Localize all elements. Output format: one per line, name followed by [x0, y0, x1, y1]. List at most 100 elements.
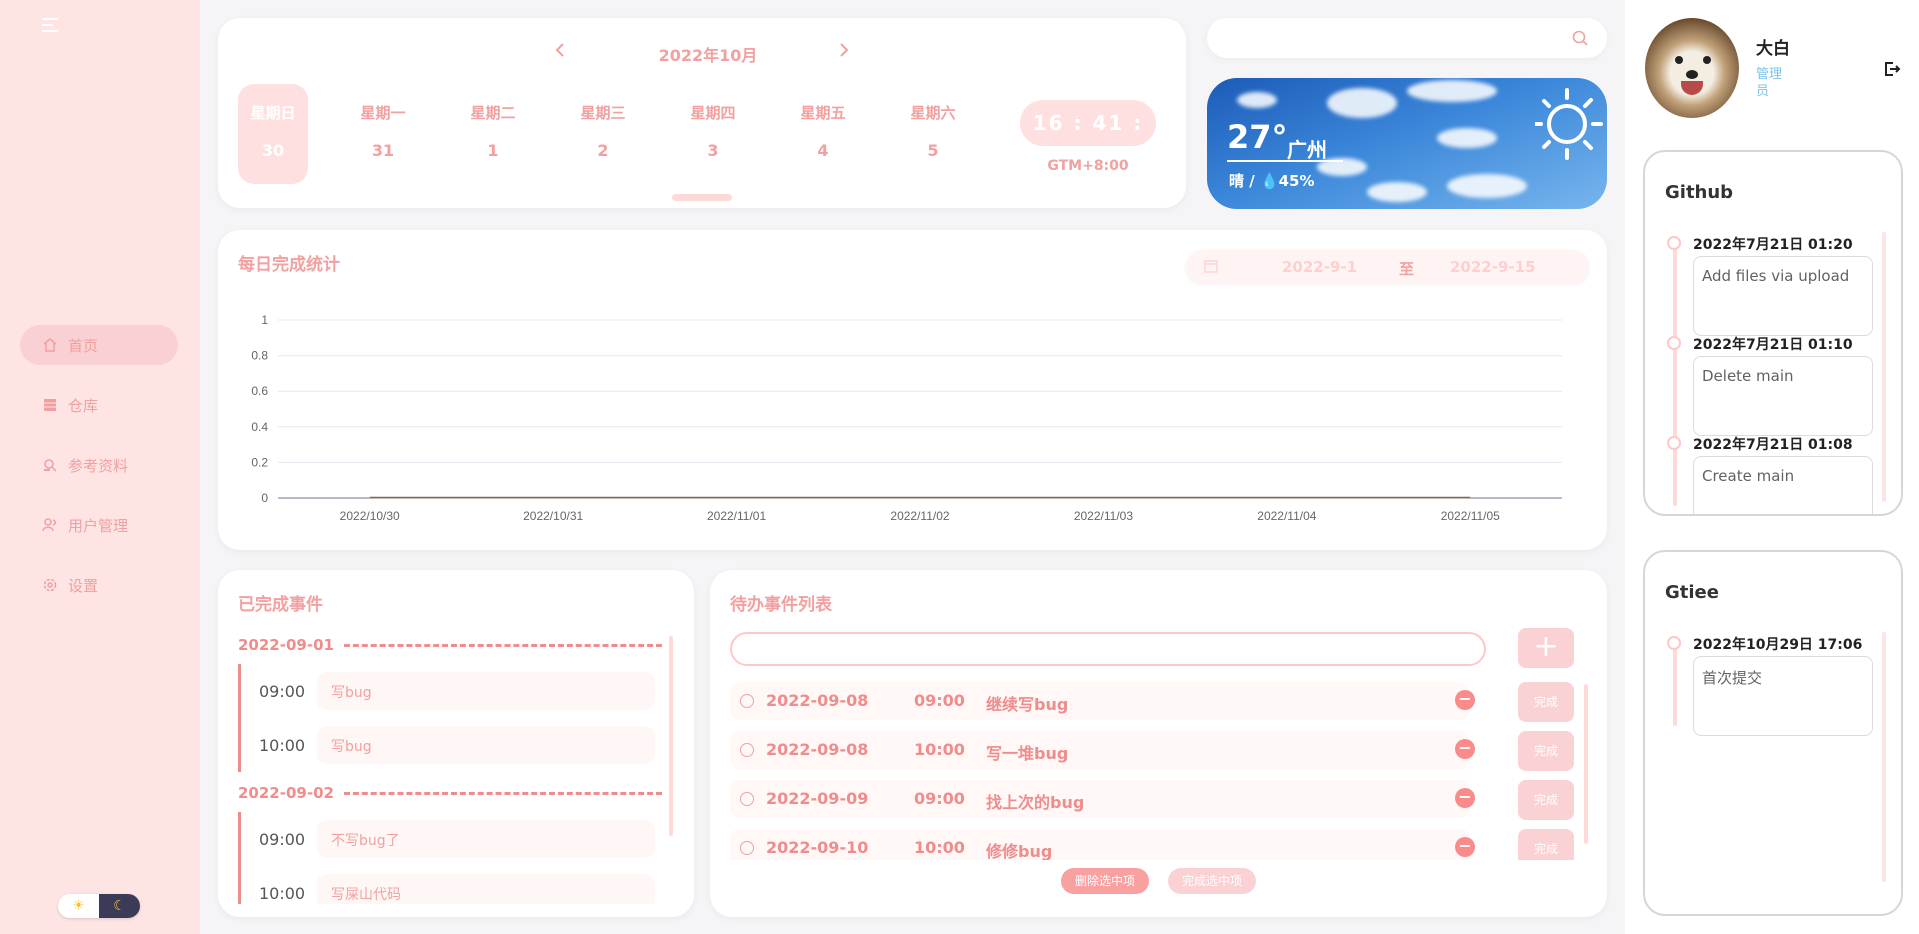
delete-icon[interactable]: −: [1455, 837, 1475, 857]
date-number: 5: [927, 141, 939, 160]
y-tick-label: 0.2: [251, 455, 268, 469]
reference-icon: [42, 457, 58, 473]
logout-icon[interactable]: [1883, 60, 1901, 82]
event-time: 09:00: [259, 829, 306, 849]
delete-icon[interactable]: −: [1455, 690, 1475, 710]
sun-icon[interactable]: ☀: [58, 894, 99, 918]
delete-icon[interactable]: −: [1455, 739, 1475, 759]
gitee-scrollbar[interactable]: [1882, 632, 1886, 882]
range-end[interactable]: 2022-9-15: [1450, 258, 1536, 276]
date-range-picker[interactable]: 2022-9-1 至 2022-9-15: [1186, 250, 1589, 284]
finish-button[interactable]: 完成: [1518, 829, 1574, 860]
calendar-month: 2022年10月: [658, 46, 758, 65]
todo-text: 修修bug: [986, 842, 1053, 860]
commit-time: 2022年7月21日 01:10: [1693, 337, 1853, 353]
y-tick-label: 0.8: [251, 349, 268, 363]
list-item: 10:00 写屎山代码: [259, 866, 678, 904]
avatar-nose: [1686, 70, 1698, 79]
daily-stats-card: 每日完成统计 2022-9-1 至 2022-9-15 0 0.2 0.4 0.6 0.…: [218, 230, 1607, 550]
finish-button[interactable]: 完成: [1518, 682, 1574, 722]
todo-text: 找上次的bug: [986, 793, 1085, 812]
home-icon: [42, 337, 58, 353]
calendar-day[interactable]: 星期三 2: [568, 84, 638, 184]
event-content: 写bug: [317, 672, 655, 710]
calendar-day[interactable]: 星期六 5: [898, 84, 968, 184]
calendar-day[interactable]: 星期日 30: [238, 84, 308, 184]
sidebar-nav: 首页 仓库 参考资料 用户管理 设置: [20, 325, 178, 625]
event-time: 10:00: [259, 735, 306, 755]
todo-time: 10:00: [914, 838, 965, 857]
finish-selected-button[interactable]: 完成选中项: [1168, 868, 1256, 894]
finish-button[interactable]: 完成: [1518, 780, 1574, 820]
sidebar-item-home[interactable]: 首页: [20, 325, 178, 365]
profile-panel: 大白 管理员 Github 2022年7月21日 01:20 Add files…: [1625, 0, 1919, 934]
search-box: [1207, 18, 1607, 58]
x-tick-label: 2022/10/30: [340, 509, 400, 523]
range-start[interactable]: 2022-9-1: [1282, 258, 1357, 276]
delete-selected-button[interactable]: 删除选中项: [1061, 868, 1149, 894]
sidebar-item-label: 设置: [68, 576, 99, 595]
humidity-value: 45%: [1278, 172, 1315, 190]
sidebar-item-label: 用户管理: [68, 516, 129, 535]
cloud-shape: [1367, 182, 1427, 202]
weekday-label: 星期日: [250, 104, 296, 122]
event-content: 不写bug了: [317, 820, 655, 858]
condition-text: 晴 /: [1229, 172, 1260, 190]
calendar-day[interactable]: 星期四 3: [678, 84, 748, 184]
weekday-label: 星期五: [800, 104, 846, 122]
todo-radio[interactable]: [740, 743, 754, 757]
completed-list: 2022-09-01 09:00 写bug 10:00 写bug 2022-09…: [238, 634, 678, 904]
todo-time: 09:00: [914, 789, 965, 808]
todo-radio[interactable]: [740, 792, 754, 806]
timezone-label: GTM+8:00: [1047, 158, 1129, 174]
x-tick-label: 2022/11/02: [890, 509, 949, 523]
todo-list: 2022-09-08 09:00 继续写bug − 完成 2022-09-08 …: [730, 682, 1590, 860]
todo-radio[interactable]: [740, 841, 754, 855]
y-tick-label: 1: [261, 313, 268, 327]
todo-radio[interactable]: [740, 694, 754, 708]
sidebar-item-warehouse[interactable]: 仓库: [20, 385, 178, 425]
avatar-mouth: [1681, 81, 1703, 95]
completed-events-card: 已完成事件 2022-09-01 09:00 写bug 10:00 写bug 2…: [218, 570, 694, 917]
sidebar-item-reference[interactable]: 参考资料: [20, 445, 178, 485]
line-chart: 0 0.2 0.4 0.6 0.8 1 2022/10/30 2022/10/31 2022/1…: [251, 313, 1562, 523]
timeline-dot: [1667, 636, 1681, 650]
calendar-day[interactable]: 星期一 31: [348, 84, 418, 184]
weekday-label: 星期二: [470, 104, 516, 122]
sidebar-item-settings[interactable]: 设置: [20, 565, 178, 605]
timeline-line: [1673, 236, 1677, 506]
gear-icon: [42, 577, 58, 593]
chevron-right-icon[interactable]: [838, 42, 850, 63]
sidebar-item-label: 参考资料: [68, 456, 129, 475]
sidebar-item-users[interactable]: 用户管理: [20, 505, 178, 545]
search-input[interactable]: [1223, 26, 1553, 50]
theme-toggle[interactable]: ☀ ☾: [58, 894, 140, 918]
avatar[interactable]: [1645, 18, 1739, 118]
x-tick-label: 2022/10/31: [523, 509, 583, 523]
completed-title: 已完成事件: [238, 595, 323, 615]
y-tick-label: 0.6: [251, 384, 268, 398]
weather-condition: 晴 / 💧45%: [1229, 170, 1315, 191]
menu-toggle-icon[interactable]: [42, 18, 58, 32]
cloud-shape: [1327, 88, 1397, 118]
todo-scrollbar[interactable]: [1584, 684, 1588, 844]
chevron-left-icon[interactable]: [554, 42, 566, 63]
calendar-day[interactable]: 星期二 1: [458, 84, 528, 184]
moon-icon[interactable]: ☾: [99, 894, 140, 918]
todo-time: 10:00: [914, 740, 965, 759]
x-tick-label: 2022/11/03: [1074, 509, 1133, 523]
todo-input[interactable]: [730, 632, 1486, 666]
delete-icon[interactable]: −: [1455, 788, 1475, 808]
avatar-eye: [1675, 56, 1683, 64]
search-icon[interactable]: [1571, 29, 1589, 51]
add-todo-button[interactable]: +: [1518, 628, 1574, 668]
calendar-card: 2022年10月 星期日 30 星期一 31 星期二 1 星期三 2 星期四 3…: [218, 18, 1186, 208]
github-scrollbar[interactable]: [1882, 232, 1886, 502]
weekday-label: 星期一: [360, 104, 406, 122]
completed-scrollbar[interactable]: [669, 636, 673, 836]
date-number: 3: [707, 141, 719, 160]
finish-button[interactable]: 完成: [1518, 731, 1574, 771]
calendar-day[interactable]: 星期五 4: [788, 84, 858, 184]
commit-time: 2022年7月21日 01:20: [1693, 237, 1853, 253]
calendar-scrollbar[interactable]: [672, 194, 732, 201]
